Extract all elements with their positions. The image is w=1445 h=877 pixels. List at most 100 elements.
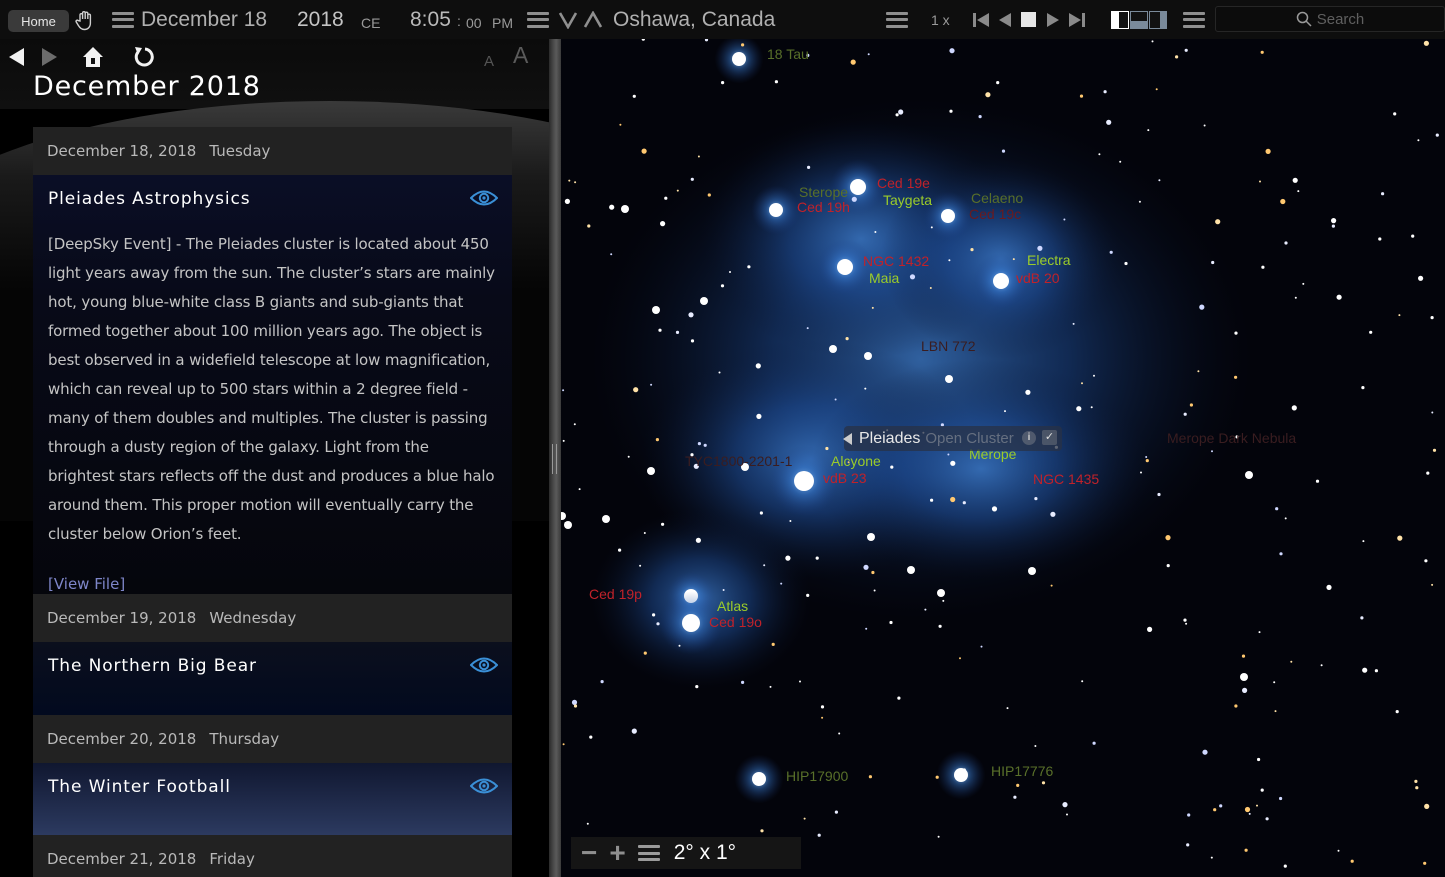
view-file-link[interactable]: [View File] [48,575,497,608]
field-star [1157,492,1161,497]
bright-star[interactable] [993,273,1009,289]
sky-view[interactable]: 18 Tau Ced 19e Sterope Ced 19h Taygeta Celaen… [561,39,1445,877]
increase-font-button[interactable]: A [513,42,528,68]
field-star [700,297,708,305]
bright-star[interactable] [954,768,968,782]
search-input[interactable]: Search [1215,6,1445,32]
sky-object-label[interactable]: Taygeta [883,192,932,208]
sky-object-label[interactable]: NGC 1435 [1033,471,1099,487]
panel-splitter[interactable] [549,39,561,877]
field-star [729,271,731,273]
sky-object-label[interactable]: NGC 1432 [863,253,929,269]
field-star [820,705,825,709]
ampm-display[interactable]: PM [492,3,513,42]
eye-icon[interactable] [470,189,498,207]
checkbox-icon[interactable]: ✓ [1042,430,1057,445]
sky-object-label[interactable]: Electra [1027,252,1071,268]
field-star [650,383,653,386]
zoom-out-icon[interactable]: − [581,839,597,867]
time-rate[interactable]: 1 x [931,0,950,39]
sky-object-label[interactable]: Sterope [799,184,848,200]
sky-object-label[interactable]: Atlas [717,598,748,614]
date-menu-icon[interactable] [112,0,134,39]
field-star [817,833,821,837]
eye-icon[interactable] [470,656,498,674]
info-icon[interactable]: i [1022,431,1036,445]
time-rate-menu-icon[interactable] [886,0,908,39]
time-display[interactable]: 8:05 [410,0,451,39]
eye-icon[interactable] [470,777,498,795]
step-back-icon[interactable] [998,0,1012,39]
field-star [771,642,775,647]
location-display[interactable]: Oshawa, Canada [613,0,775,39]
hand-icon[interactable] [74,0,96,39]
stop-icon[interactable] [1021,0,1036,39]
bright-star[interactable] [850,179,866,195]
selected-object-tooltip[interactable]: Pleiades Open Cluster i ✓ [843,426,1062,451]
sky-object-label[interactable]: Ced 19p [589,586,642,602]
bright-star[interactable] [794,471,814,491]
year-display[interactable]: 2018 [297,0,344,39]
sky-object-label[interactable]: Merope Dark Nebula [1167,430,1296,446]
play-icon[interactable] [1046,0,1060,39]
sky-object-label[interactable]: TYC1800-2201-1 [685,453,792,469]
bright-star[interactable] [732,52,746,66]
field-star [845,337,849,341]
sky-object-label[interactable]: vdB 23 [823,470,867,486]
location-menu-icon[interactable] [527,0,549,39]
chevron-up-icon[interactable] [583,0,603,39]
sky-object-label[interactable]: Ced 19o [709,614,762,630]
skip-forward-icon[interactable] [1068,0,1086,39]
layout-bottom-icon[interactable] [1130,0,1148,39]
field-star [1415,786,1419,790]
sky-object-label[interactable]: HIP17776 [991,763,1053,779]
seconds-display[interactable]: 00 [466,3,482,42]
field-star [1336,294,1342,300]
back-icon[interactable] [8,45,25,69]
field-star [1241,654,1246,658]
field-star [1259,180,1261,183]
field-star [785,555,791,561]
era-display: CE [361,14,381,31]
fov-menu-icon[interactable] [637,845,660,861]
skip-back-icon[interactable] [972,0,990,39]
forward-icon[interactable] [41,45,58,69]
sky-object-label[interactable]: vdB 20 [1016,270,1060,286]
event-card[interactable]: Pleiades Astrophysics [DeepSky Event] - … [33,175,512,594]
decrease-font-button[interactable]: A [484,49,494,73]
bright-star[interactable] [769,203,783,217]
events-list: December 18, 2018 Tuesday Pleiades Astro… [33,127,512,877]
layout-left-icon[interactable] [1111,0,1129,39]
sky-object-label[interactable]: Ced 19e [877,175,930,191]
sky-object-label[interactable]: Alcyone [831,453,881,469]
field-star [600,680,604,684]
event-card[interactable]: The Northern Big Bear [33,642,512,715]
bright-star[interactable] [752,772,766,786]
field-star [1435,133,1439,137]
sky-object-label[interactable]: Celaeno [971,190,1023,206]
field-star [722,589,725,591]
sky-object-label[interactable]: LBN 772 [921,338,975,354]
field-star [1290,660,1293,663]
main-menu-icon[interactable] [1183,0,1205,39]
splitter-grip[interactable] [552,444,557,474]
home-button[interactable]: Home [8,10,69,32]
sky-object-label[interactable]: Ced 19h [797,199,850,215]
zoom-in-icon[interactable]: + [609,839,625,867]
layout-right-icon[interactable] [1149,0,1167,39]
field-star [573,704,578,708]
sky-object-label[interactable]: Maia [869,270,899,286]
field-star [1426,471,1430,475]
sky-object-label[interactable]: HIP17900 [786,768,848,784]
home-icon[interactable] [82,45,104,69]
bright-star[interactable] [837,259,853,275]
date-display[interactable]: December 18 [141,0,267,39]
field-star [1292,177,1298,183]
chevron-down-icon[interactable] [558,0,578,39]
refresh-icon[interactable] [132,45,154,69]
sky-object-label[interactable]: Ced 19c [969,206,1021,222]
bright-star[interactable] [682,614,700,632]
event-card[interactable]: The Winter Football [33,763,512,835]
sky-object-label[interactable]: 18 Tau [767,46,809,62]
bright-star[interactable] [941,209,955,223]
